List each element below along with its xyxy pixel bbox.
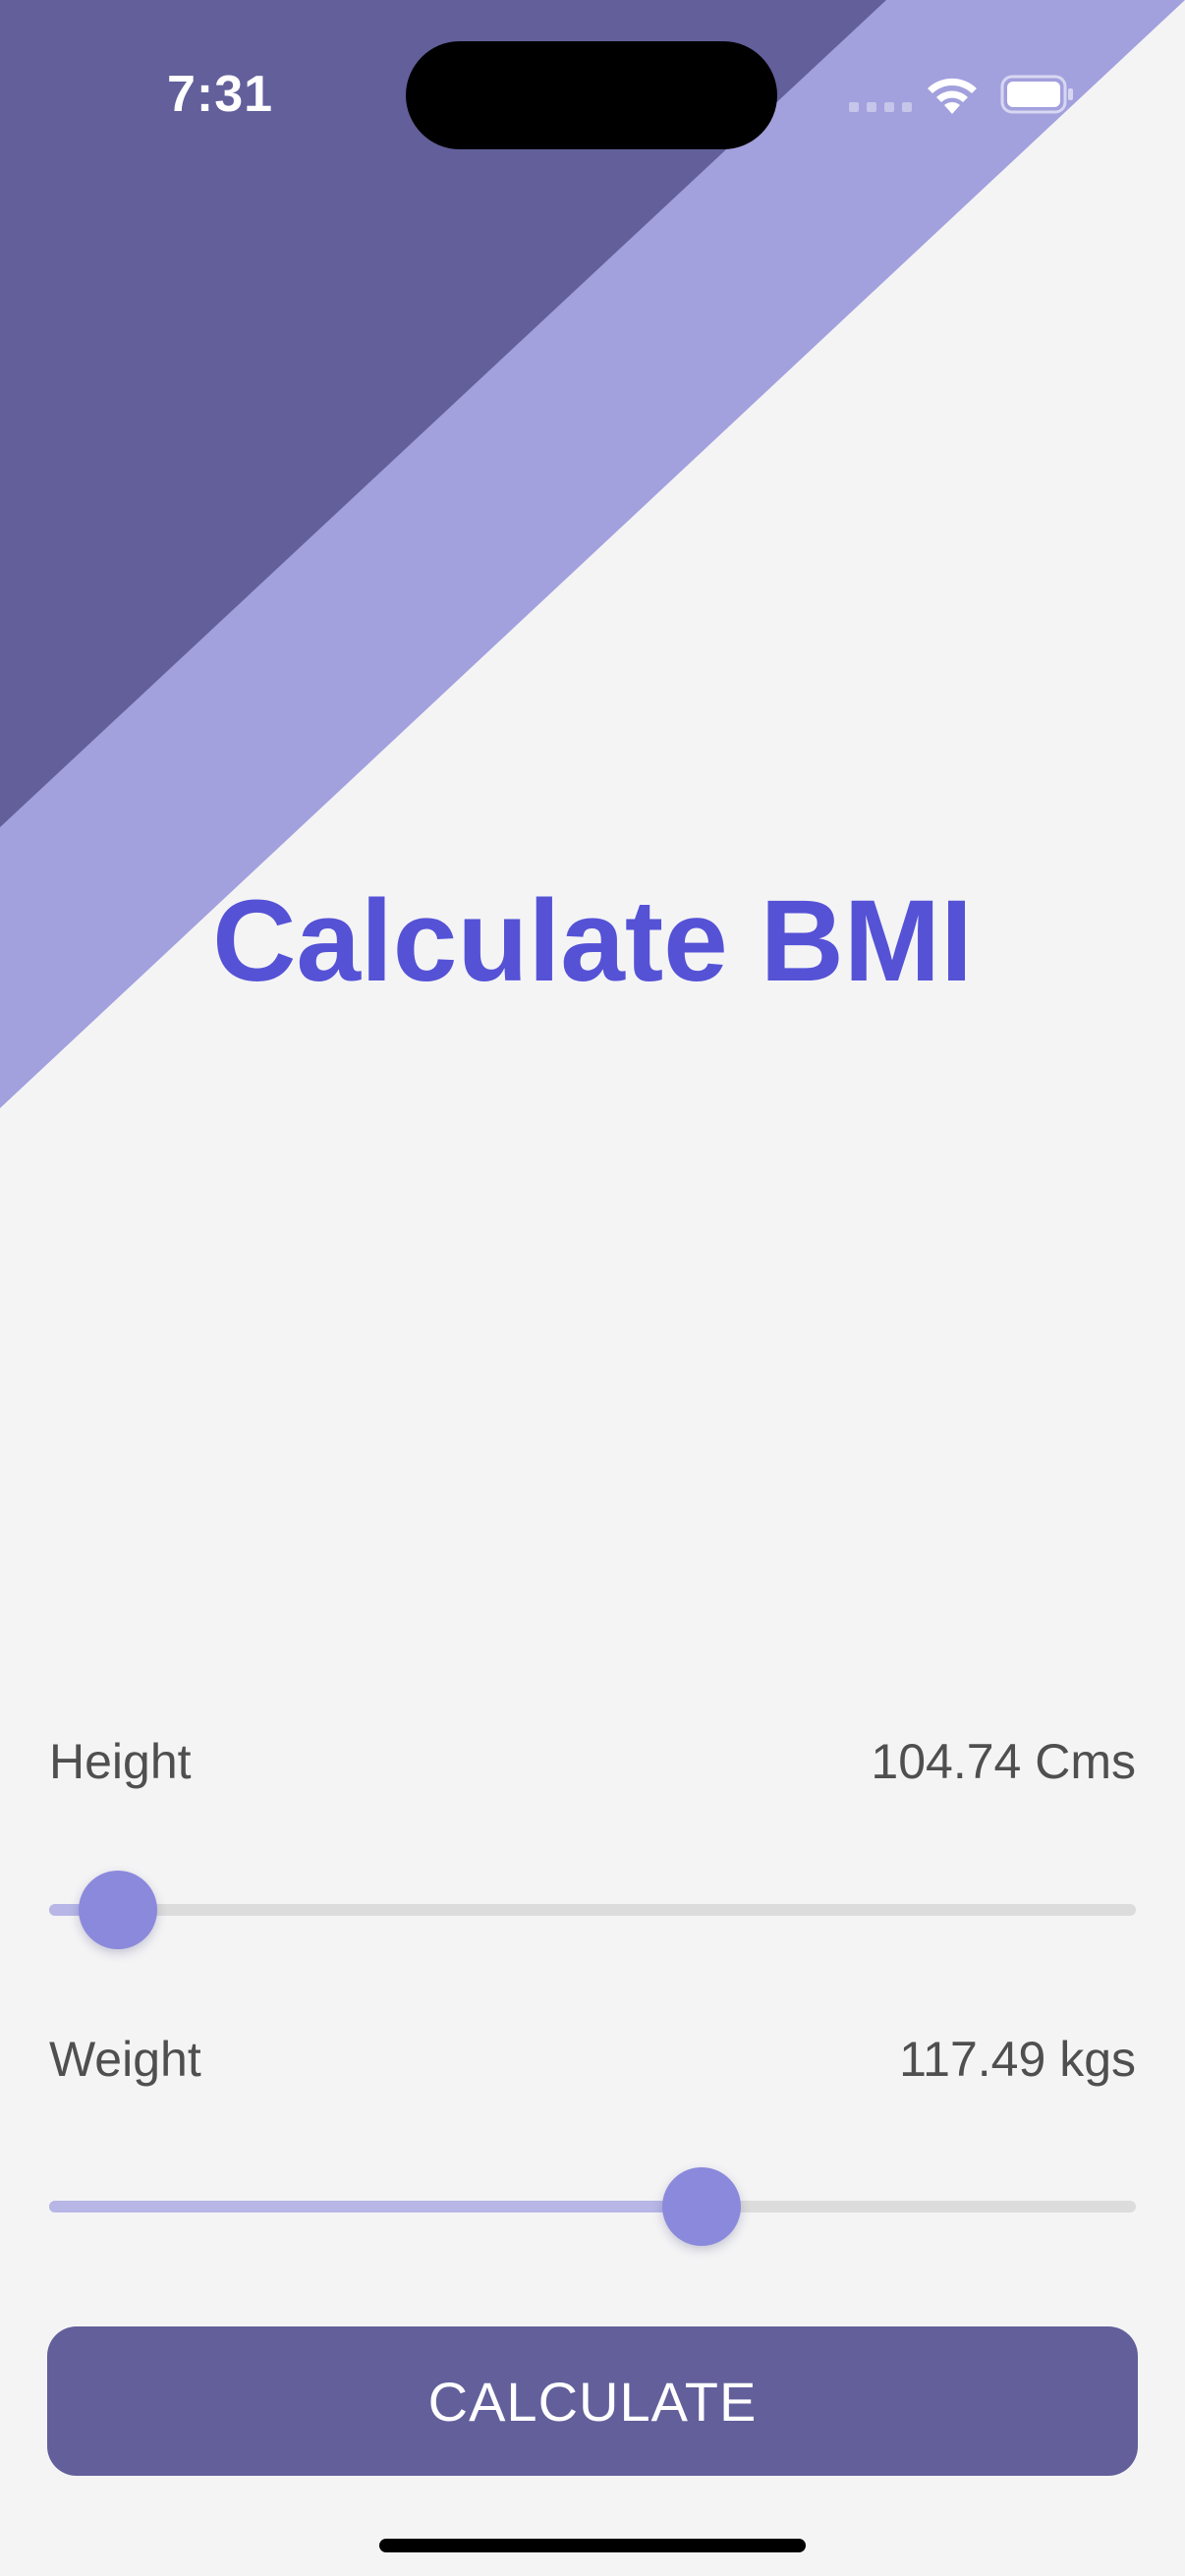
- height-slider[interactable]: [49, 1871, 1136, 1949]
- weight-label: Weight: [49, 2032, 201, 2087]
- weight-slider-thumb[interactable]: [661, 2167, 741, 2246]
- dynamic-island: [406, 41, 777, 149]
- status-time: 7:31: [167, 66, 274, 123]
- height-slider-track[interactable]: [49, 1904, 1136, 1916]
- weight-value: 117.49 kgs: [899, 2032, 1136, 2087]
- home-indicator: [379, 2539, 806, 2552]
- battery-icon: [1000, 75, 1073, 114]
- weight-slider[interactable]: [49, 2167, 1136, 2246]
- weight-slider-fill: [49, 2201, 702, 2212]
- height-value: 104.74 Cms: [871, 1734, 1136, 1789]
- page-title: Calculate BMI: [212, 876, 973, 1006]
- height-label: Height: [49, 1734, 192, 1789]
- calculate-button[interactable]: CALCULATE: [47, 2326, 1138, 2476]
- wifi-icon: [928, 78, 977, 114]
- height-slider-thumb[interactable]: [78, 1871, 157, 1949]
- bmi-screen: 7:31 Calculate BMI Height 104.74 Cms Wei…: [0, 0, 1185, 2576]
- cellular-signal-icon: [849, 102, 912, 112]
